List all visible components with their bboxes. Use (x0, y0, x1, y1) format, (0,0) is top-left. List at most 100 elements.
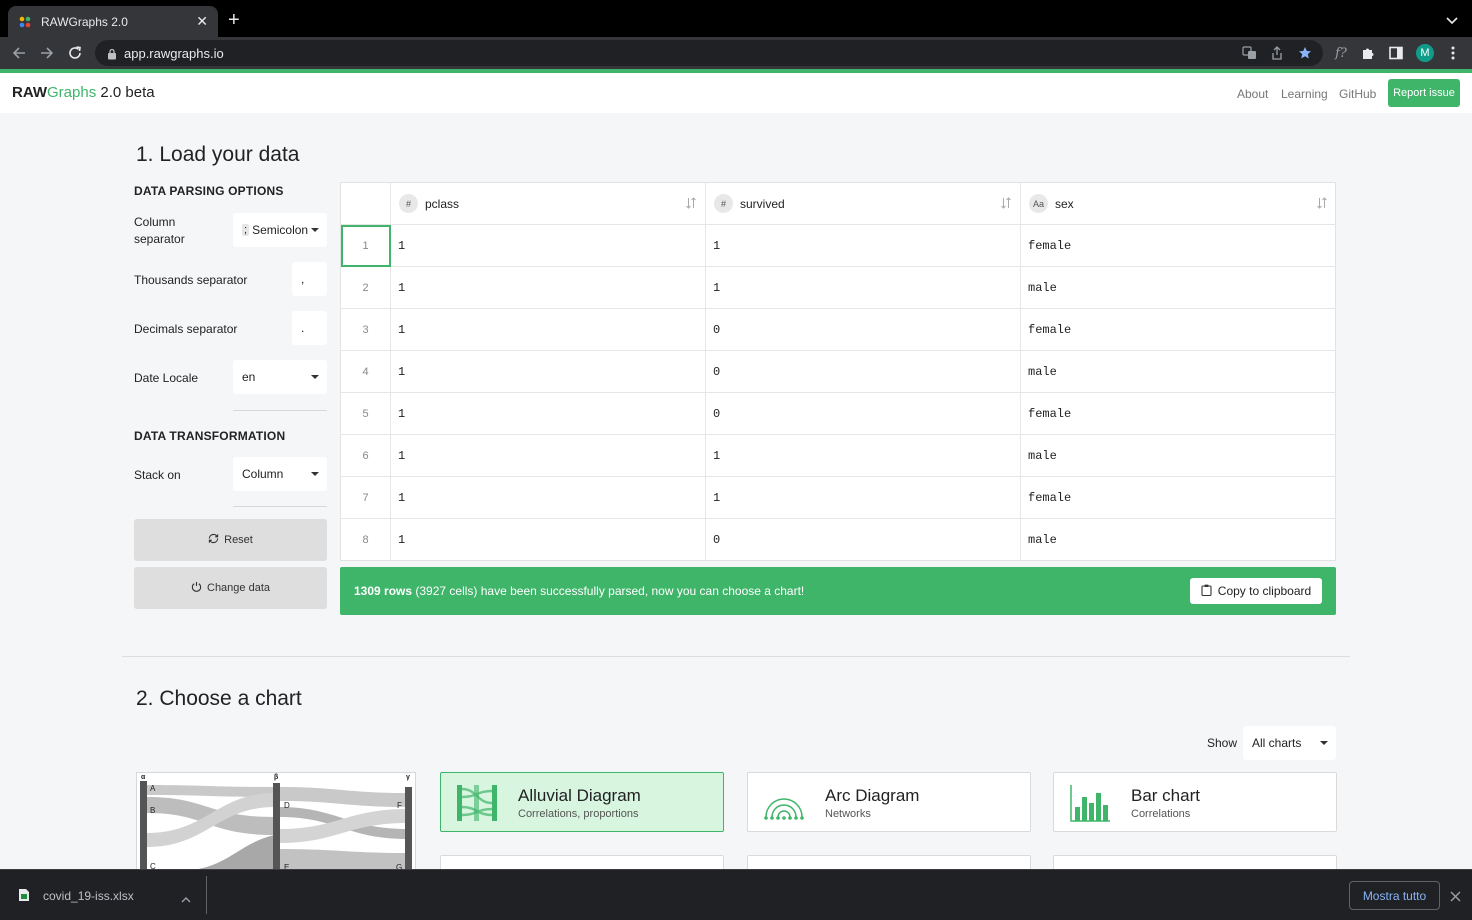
table-cell[interactable]: 1 (391, 393, 706, 435)
brand-logo[interactable]: RAWGraphs 2.0 beta (12, 84, 155, 101)
table-cell[interactable]: 0 (706, 519, 1021, 560)
table-cell[interactable]: female (1021, 225, 1336, 267)
chart-card-title: Arc Diagram (825, 786, 920, 805)
choose-chart-title: 2. Choose a chart (136, 687, 302, 710)
show-all-downloads-button[interactable]: Mostra tutto (1349, 881, 1440, 910)
tab-search-chevron-icon[interactable] (1446, 12, 1458, 30)
reset-button[interactable]: Reset (134, 519, 327, 561)
forward-arrow-icon[interactable] (38, 44, 56, 62)
chart-card-subtitle: Correlations (1131, 808, 1191, 820)
table-cell[interactable]: 1 (706, 267, 1021, 309)
preview-axis-label: γ (406, 774, 410, 781)
chevron-up-icon[interactable] (181, 890, 191, 908)
row-number[interactable]: 1 (341, 225, 391, 267)
stack-on-select[interactable]: Column (233, 457, 327, 491)
close-icon[interactable] (1450, 889, 1461, 907)
date-locale-select[interactable]: en (233, 360, 327, 394)
bookmark-star-icon[interactable] (1297, 45, 1313, 61)
nav-about-link[interactable]: About (1237, 87, 1268, 101)
sort-icon[interactable] (685, 197, 697, 212)
decimals-separator-input[interactable]: . (292, 311, 327, 345)
column-header-sex[interactable]: Aa sex (1021, 183, 1336, 225)
download-divider (206, 876, 207, 914)
row-number[interactable]: 6 (341, 435, 391, 477)
decimals-separator-label: Decimals separator (134, 322, 238, 336)
table-cell[interactable]: 1 (391, 519, 706, 560)
chart-card-arc[interactable]: Arc Diagram Networks (747, 772, 1031, 832)
options-divider (233, 410, 327, 411)
alluvial-icon (455, 783, 499, 823)
table-cell[interactable]: 1 (391, 351, 706, 393)
row-number[interactable]: 7 (341, 477, 391, 519)
table-cell[interactable]: 1 (391, 309, 706, 351)
show-charts-select[interactable]: All charts (1243, 726, 1336, 760)
preview-node-label: B (150, 806, 156, 815)
power-icon (191, 581, 202, 595)
thousands-separator-input[interactable]: , (292, 262, 327, 296)
spreadsheet-file-icon[interactable] (18, 888, 30, 907)
brand-graphs: Graphs (47, 84, 97, 101)
url-text: app.rawgraphs.io (124, 46, 224, 61)
table-cell[interactable]: 1 (706, 435, 1021, 477)
browser-tab[interactable]: RAWGraphs 2.0 ✕ (8, 6, 218, 37)
table-cell[interactable]: female (1021, 477, 1336, 519)
row-number[interactable]: 3 (341, 309, 391, 351)
translate-icon[interactable] (1241, 45, 1257, 61)
table-cell[interactable]: 1 (391, 225, 706, 267)
table-cell[interactable]: 1 (391, 435, 706, 477)
copy-to-clipboard-button[interactable]: Copy to clipboard (1190, 578, 1322, 604)
close-tab-icon[interactable]: ✕ (196, 13, 208, 30)
row-number[interactable]: 2 (341, 267, 391, 309)
change-data-button[interactable]: Change data (134, 567, 327, 609)
reset-label: Reset (224, 534, 253, 546)
table-cell[interactable]: female (1021, 393, 1336, 435)
row-number[interactable]: 5 (341, 393, 391, 435)
column-separator-select[interactable]: ; Semicolon (233, 213, 327, 247)
column-header-pclass[interactable]: # pclass (391, 183, 706, 225)
table-cell[interactable]: 0 (706, 351, 1021, 393)
table-cell[interactable]: male (1021, 267, 1336, 309)
table-cell[interactable]: 0 (706, 309, 1021, 351)
show-charts-value: All charts (1252, 736, 1302, 750)
download-bar: covid_19-iss.xlsx Mostra tutto (0, 869, 1472, 920)
new-tab-icon[interactable]: + (228, 10, 240, 30)
extensions-puzzle-icon[interactable] (1360, 45, 1376, 61)
parse-success-banner: 1309 rows (3927 cells) have been success… (340, 567, 1336, 615)
chart-card-subtitle: Networks (825, 808, 871, 820)
back-arrow-icon[interactable] (10, 44, 28, 62)
report-issue-button[interactable]: Report issue (1388, 79, 1460, 107)
chart-card-title: Alluvial Diagram (518, 786, 641, 805)
table-cell[interactable]: 1 (391, 267, 706, 309)
brand-version: 2.0 beta (96, 84, 155, 101)
column-header-survived[interactable]: # survived (706, 183, 1021, 225)
chart-card-bar[interactable]: Bar chart Correlations (1053, 772, 1337, 832)
side-panel-icon[interactable] (1388, 45, 1404, 61)
sort-icon[interactable] (1316, 197, 1328, 212)
number-type-badge[interactable]: # (714, 194, 733, 213)
nav-github-link[interactable]: GitHub (1339, 87, 1376, 101)
formula-extension-icon[interactable]: f? (1333, 45, 1349, 61)
lock-icon[interactable] (107, 47, 117, 65)
nav-learning-link[interactable]: Learning (1281, 87, 1328, 101)
address-bar[interactable]: app.rawgraphs.io (95, 40, 1323, 66)
table-cell[interactable]: male (1021, 435, 1336, 477)
profile-avatar[interactable]: M (1416, 44, 1434, 62)
table-cell[interactable]: female (1021, 309, 1336, 351)
table-cell[interactable]: 0 (706, 393, 1021, 435)
number-type-badge[interactable]: # (399, 194, 418, 213)
table-cell[interactable]: male (1021, 351, 1336, 393)
browser-menu-icon[interactable] (1445, 45, 1461, 61)
sort-icon[interactable] (1000, 197, 1012, 212)
chart-card-alluvial[interactable]: Alluvial Diagram Correlations, proportio… (440, 772, 724, 832)
row-number[interactable]: 8 (341, 519, 391, 560)
table-cell[interactable]: male (1021, 519, 1336, 560)
reload-icon[interactable] (66, 44, 84, 62)
text-type-badge[interactable]: Aa (1029, 194, 1048, 213)
download-file-name[interactable]: covid_19-iss.xlsx (43, 889, 134, 903)
row-number[interactable]: 4 (341, 351, 391, 393)
table-cell[interactable]: 1 (391, 477, 706, 519)
clipboard-icon (1201, 584, 1212, 599)
table-cell[interactable]: 1 (706, 225, 1021, 267)
share-icon[interactable] (1269, 45, 1285, 61)
table-cell[interactable]: 1 (706, 477, 1021, 519)
